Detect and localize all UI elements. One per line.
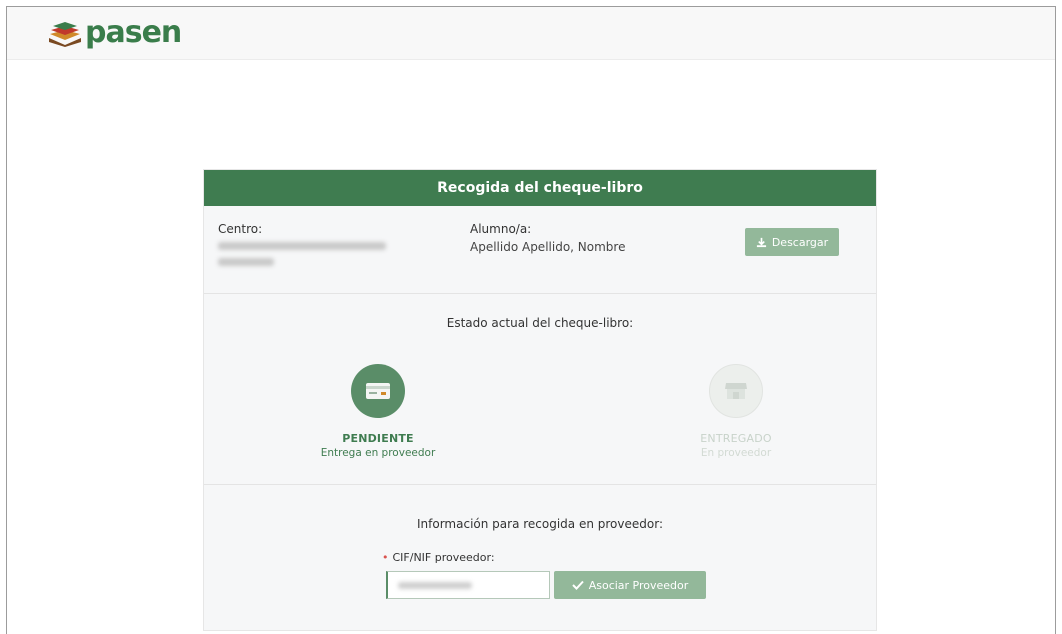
download-button[interactable]: Descargar bbox=[745, 228, 839, 256]
pasen-logo[interactable]: pasen bbox=[47, 15, 182, 50]
cif-label: • CIF/NIF proveedor: bbox=[382, 551, 495, 564]
download-label: Descargar bbox=[771, 235, 829, 249]
step-entregado-circle bbox=[709, 364, 763, 418]
store-icon bbox=[725, 383, 747, 399]
step-pendiente-sub: Entrega en proveedor bbox=[320, 447, 436, 459]
required-marker: • bbox=[382, 551, 389, 564]
top-bar: pasen bbox=[7, 7, 1055, 60]
step-pendiente-name: PENDIENTE bbox=[342, 432, 414, 445]
centro-value-redacted-2 bbox=[218, 258, 274, 266]
pickup-title: Información para recogida en proveedor: bbox=[417, 517, 663, 531]
centro-label: Centro: bbox=[218, 222, 263, 236]
card-title: Recogida del cheque-libro bbox=[204, 170, 876, 206]
cif-label-text: CIF/NIF proveedor: bbox=[392, 551, 495, 564]
status-title: Estado actual del cheque-libro: bbox=[446, 316, 634, 330]
alumno-value: Apellido Apellido, Nombre bbox=[470, 240, 626, 254]
step-entregado-name: ENTREGADO bbox=[700, 432, 772, 445]
app-frame: pasen Recogida del cheque-libro Centro: … bbox=[6, 6, 1056, 634]
download-icon bbox=[756, 237, 766, 247]
brand-name: pasen bbox=[85, 15, 182, 50]
check-icon bbox=[571, 580, 584, 590]
cif-value-redacted bbox=[398, 582, 472, 589]
books-icon bbox=[49, 22, 81, 47]
associate-provider-button[interactable]: Asociar Proveedor bbox=[554, 571, 706, 599]
cheque-libro-card: Recogida del cheque-libro Centro: Alumno… bbox=[203, 169, 877, 631]
status-section: Estado actual del cheque-libro: PENDIENT… bbox=[204, 294, 876, 485]
card-icon bbox=[366, 383, 390, 399]
step-entregado: ENTREGADO En proveedor bbox=[656, 364, 816, 459]
step-entregado-sub: En proveedor bbox=[700, 447, 772, 459]
centro-value-redacted bbox=[218, 242, 386, 250]
alumno-label: Alumno/a: bbox=[470, 222, 532, 236]
step-pendiente: PENDIENTE Entrega en proveedor bbox=[298, 364, 458, 459]
info-section: Centro: Alumno/a: Apellido Apellido, Nom… bbox=[204, 206, 876, 294]
step-pendiente-circle bbox=[351, 364, 405, 418]
associate-provider-label: Asociar Proveedor bbox=[588, 578, 689, 592]
pickup-section: Información para recogida en proveedor: … bbox=[204, 485, 876, 632]
